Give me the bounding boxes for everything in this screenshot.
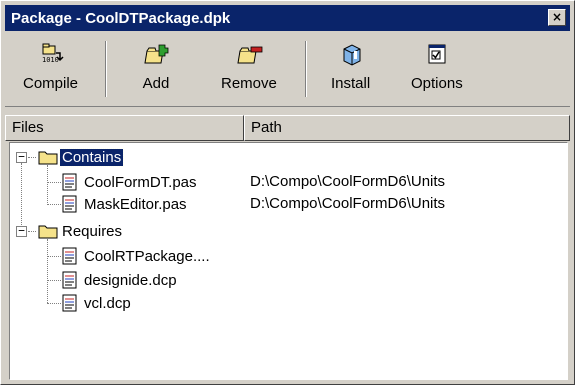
remove-icon [237, 46, 263, 64]
dcp-file-icon [62, 247, 77, 265]
folder-icon [38, 225, 58, 239]
file-path: D:\Compo\CoolFormD6\Units [250, 173, 446, 190]
path-header-label: Path [251, 119, 282, 136]
dcp-file-icon [62, 271, 77, 289]
tree-node-file[interactable]: vcl.dcp [82, 292, 133, 314]
tree-node-file[interactable]: CoolRTPackage.... [82, 245, 212, 267]
tree-node-file[interactable]: designide.dcp [82, 269, 179, 291]
add-button[interactable]: Add [141, 43, 171, 101]
install-icon [343, 44, 361, 66]
file-name: CoolRTPackage.... [84, 247, 210, 265]
tree-line [47, 303, 61, 304]
folder-icon [38, 151, 58, 165]
tree-line [21, 163, 22, 227]
compile-label: Compile [23, 75, 79, 92]
install-button[interactable]: Install [331, 43, 370, 101]
compile-icon: 1010 [42, 43, 64, 64]
column-headers: Files Path [5, 115, 570, 141]
tree-line [47, 239, 48, 303]
tree-node-file[interactable]: MaskEditor.pas [82, 193, 189, 215]
options-label: Options [411, 75, 463, 92]
remove-label: Remove [221, 75, 277, 92]
package-window: Package - CoolDTPackage.dpk × 1010 Compi… [0, 0, 575, 385]
tree-line [47, 280, 61, 281]
toolbar: 1010 Compile Add Remove Install Options [5, 35, 570, 107]
package-tree[interactable]: − Contains CoolFormDT.pas D:\Compo\CoolF… [9, 142, 568, 380]
close-icon: × [551, 10, 563, 24]
tree-line [47, 165, 48, 205]
file-name: CoolFormDT.pas [84, 173, 197, 191]
path-column-header[interactable]: Path [244, 115, 570, 141]
tree-line [28, 157, 36, 158]
toolbar-separator [305, 41, 307, 97]
pas-file-icon [62, 195, 77, 213]
file-path: D:\Compo\CoolFormD6\Units [250, 195, 446, 212]
tree-line [47, 204, 61, 205]
window-title: Package - CoolDTPackage.dpk [11, 9, 231, 27]
tree-node-file[interactable]: CoolFormDT.pas [82, 171, 199, 193]
file-name: designide.dcp [84, 271, 177, 289]
contains-expander[interactable]: − [16, 151, 27, 163]
pas-file-icon [62, 173, 77, 191]
tree-line [47, 182, 61, 183]
tree-node-requires[interactable]: Requires [60, 220, 124, 242]
add-label: Add [142, 75, 170, 92]
files-column-header[interactable]: Files [5, 115, 244, 141]
add-icon [144, 44, 169, 64]
tree-line [47, 256, 61, 257]
options-button[interactable]: Options [411, 43, 463, 101]
tree-line [28, 231, 36, 232]
tree-node-contains[interactable]: Contains [58, 146, 125, 168]
remove-button[interactable]: Remove [221, 43, 277, 101]
files-header-label: Files [12, 119, 44, 136]
compile-button[interactable]: 1010 Compile [23, 43, 78, 101]
requires-expander[interactable]: − [16, 225, 27, 237]
file-name: MaskEditor.pas [84, 195, 187, 213]
options-icon [428, 44, 446, 64]
contains-label: Contains [58, 147, 125, 167]
install-label: Install [331, 75, 371, 92]
title-bar[interactable]: Package - CoolDTPackage.dpk × [5, 5, 570, 31]
file-name: vcl.dcp [84, 294, 131, 312]
requires-label: Requires [62, 222, 123, 240]
close-button[interactable]: × [548, 9, 566, 26]
dcp-file-icon [62, 294, 77, 312]
svg-text:1010: 1010 [42, 56, 59, 64]
toolbar-separator [105, 41, 107, 97]
